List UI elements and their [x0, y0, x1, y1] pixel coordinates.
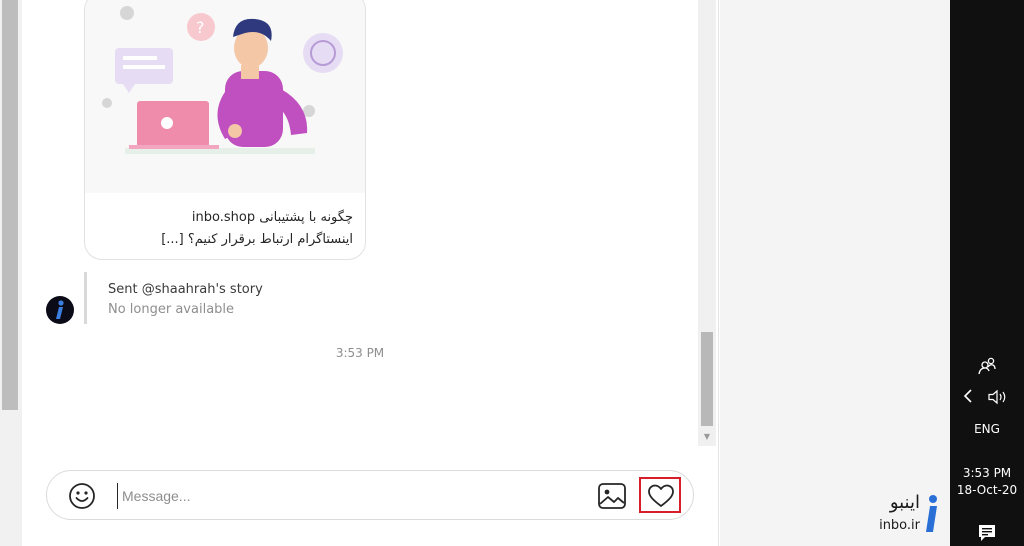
story-reply-status: No longer available: [108, 302, 235, 317]
watermark: اینبو inbo.ir: [870, 492, 950, 540]
show-hidden-icons-chevron-icon[interactable]: [962, 388, 976, 404]
watermark-name: اینبو: [889, 492, 920, 513]
taskbar: ENG 3:53 PM 18-Oct-20: [950, 0, 1024, 546]
heart-button-highlight: [639, 477, 681, 513]
link-preview-description: اینستاگرام ارتباط برقرار کنیم؟ [...]: [161, 232, 353, 247]
message-timestamp: 3:53 PM: [335, 346, 385, 360]
input-language-indicator[interactable]: ENG: [950, 422, 1024, 436]
volume-icon[interactable]: [987, 389, 1009, 405]
people-icon[interactable]: [977, 356, 997, 376]
link-preview-text: چگونه با پشتیبانی inbo.shop اینستاگرام ا…: [99, 207, 353, 251]
emoji-icon: [69, 483, 95, 509]
image-icon: [598, 483, 626, 509]
watermark-logo: [924, 494, 940, 534]
heart-icon: [648, 484, 674, 507]
chat-scrollbar[interactable]: ▼: [698, 0, 716, 446]
avatar[interactable]: [46, 296, 74, 324]
left-pane-background: [0, 0, 22, 546]
clock-date: 18-Oct-20: [956, 483, 1018, 497]
link-preview-illustration: ?: [85, 0, 365, 193]
notification-center-icon[interactable]: [978, 524, 996, 542]
link-preview-title: چگونه با پشتیبانی inbo.shop: [191, 210, 353, 225]
story-reply-bar: [84, 272, 87, 324]
story-reply[interactable]: Sent @shaahrah's story No longer availab…: [108, 280, 263, 320]
message-input[interactable]: [117, 483, 577, 509]
svg-text:?: ?: [196, 18, 205, 37]
clock[interactable]: 3:53 PM 18-Oct-20: [950, 465, 1024, 499]
like-button[interactable]: [647, 483, 675, 509]
emoji-button[interactable]: [67, 481, 97, 511]
right-pane-background: [720, 0, 950, 546]
message-composer: [46, 470, 694, 520]
image-upload-button[interactable]: [597, 482, 627, 510]
chat-scrollbar-thumb[interactable]: [701, 332, 713, 426]
clock-time: 3:53 PM: [962, 466, 1012, 480]
story-reply-sent-text: Sent @shaahrah's story: [108, 282, 263, 297]
left-pane-scrollbar[interactable]: [2, 0, 18, 410]
watermark-domain: inbo.ir: [879, 518, 920, 533]
link-preview-card[interactable]: ? چگونه با پشتیبانی inbo.shop اینستاگرام…: [84, 0, 366, 260]
scroll-down-arrow-icon[interactable]: ▼: [702, 432, 712, 442]
